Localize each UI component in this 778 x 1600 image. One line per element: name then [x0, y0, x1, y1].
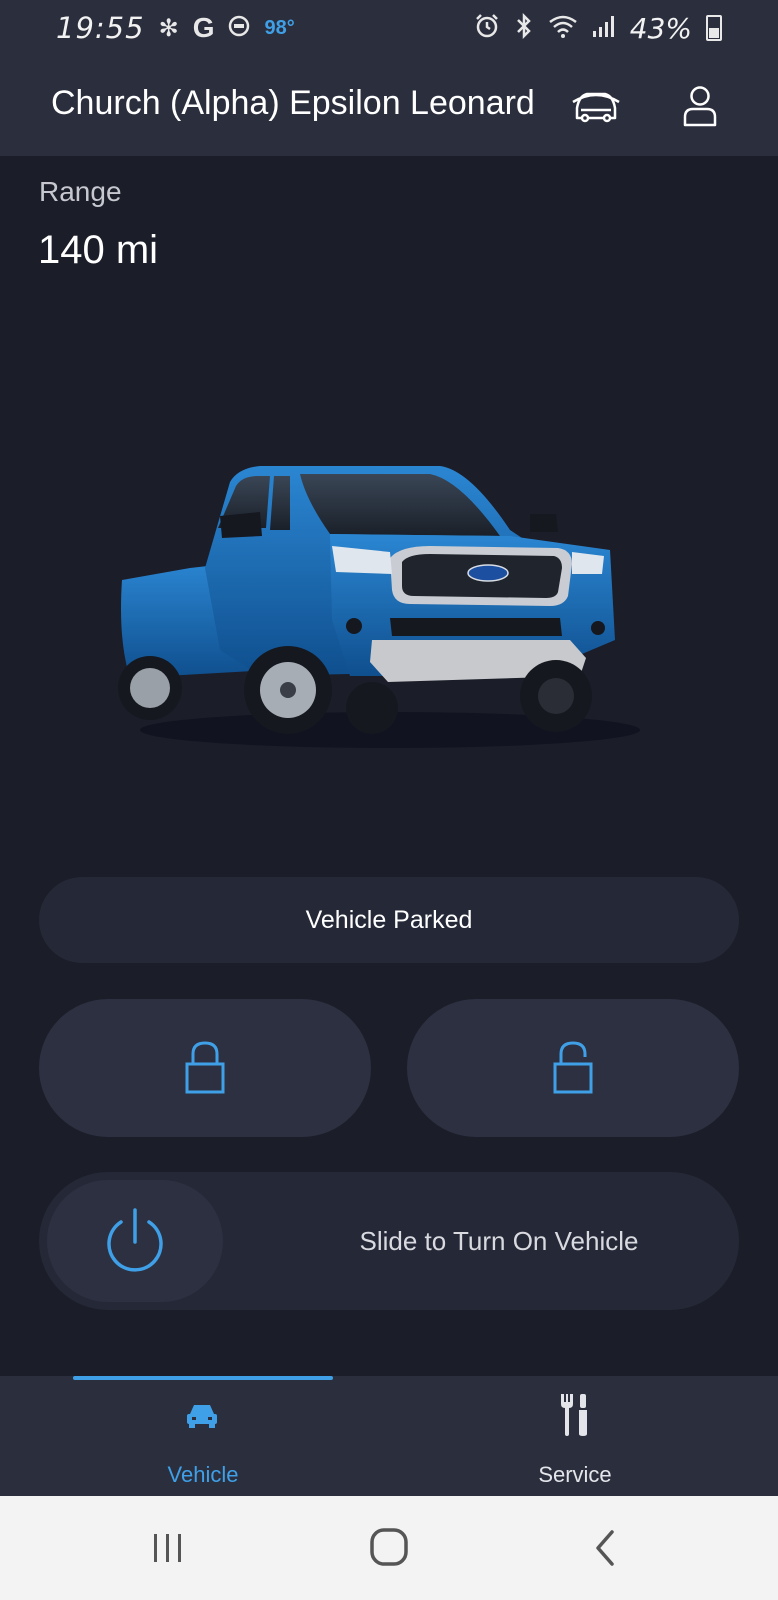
- lock-icon: [185, 1041, 225, 1094]
- status-left: 19:55 ✻ G 98°: [56, 11, 295, 45]
- g-app-icon: G: [192, 12, 215, 43]
- wifi-icon: [548, 14, 578, 42]
- fan-icon: ✻: [158, 14, 179, 42]
- status-bar: 19:55 ✻ G 98° 43%: [0, 0, 778, 56]
- account-button[interactable]: [676, 78, 724, 134]
- range-value: 140 mi: [38, 228, 159, 272]
- unlock-button[interactable]: [407, 999, 739, 1137]
- home-icon[interactable]: [368, 1526, 410, 1568]
- tab-vehicle[interactable]: Vehicle: [73, 1376, 333, 1496]
- temperature-text: 98°: [264, 16, 295, 39]
- back-icon[interactable]: [590, 1528, 620, 1568]
- battery-percent: 43%: [629, 11, 692, 45]
- car-icon: [187, 1405, 217, 1428]
- vehicle-image: [118, 466, 640, 748]
- active-tab-indicator: [73, 1376, 333, 1380]
- system-navigation-bar: [0, 1496, 778, 1600]
- bluetooth-icon: [514, 12, 534, 43]
- shield-icon: [228, 15, 250, 41]
- bottom-navigation: Vehicle Service: [0, 1376, 778, 1496]
- vehicle-name-title: Church (Alpha) Epsilon Leonard: [51, 84, 535, 122]
- alarm-icon: [474, 13, 500, 43]
- lock-button[interactable]: [39, 999, 371, 1137]
- vehicle-select-button[interactable]: [568, 80, 624, 132]
- tools-icon: [561, 1394, 587, 1436]
- recent-apps-icon[interactable]: [150, 1530, 186, 1566]
- power-icon: [107, 1208, 163, 1272]
- tab-service[interactable]: Service: [445, 1376, 705, 1496]
- vehicle-status-badge: Vehicle Parked: [39, 877, 739, 963]
- vehicle-select-icon: [572, 92, 620, 123]
- remote-start-handle[interactable]: [47, 1180, 223, 1302]
- status-right: 43%: [474, 12, 722, 45]
- battery-icon: [706, 15, 722, 41]
- app-header: Church (Alpha) Epsilon Leonard: [0, 56, 778, 156]
- tab-vehicle-label: Vehicle: [167, 1462, 239, 1487]
- signal-icon: [592, 14, 616, 42]
- account-icon: [683, 86, 717, 127]
- slider-label: Slide to Turn On Vehicle: [359, 1225, 639, 1256]
- remote-start-slider[interactable]: Slide to Turn On Vehicle: [39, 1172, 739, 1310]
- tab-service-label: Service: [538, 1462, 612, 1487]
- range-label: Range: [39, 176, 122, 207]
- unlock-icon: [553, 1041, 593, 1094]
- status-time: 19:55: [56, 11, 145, 45]
